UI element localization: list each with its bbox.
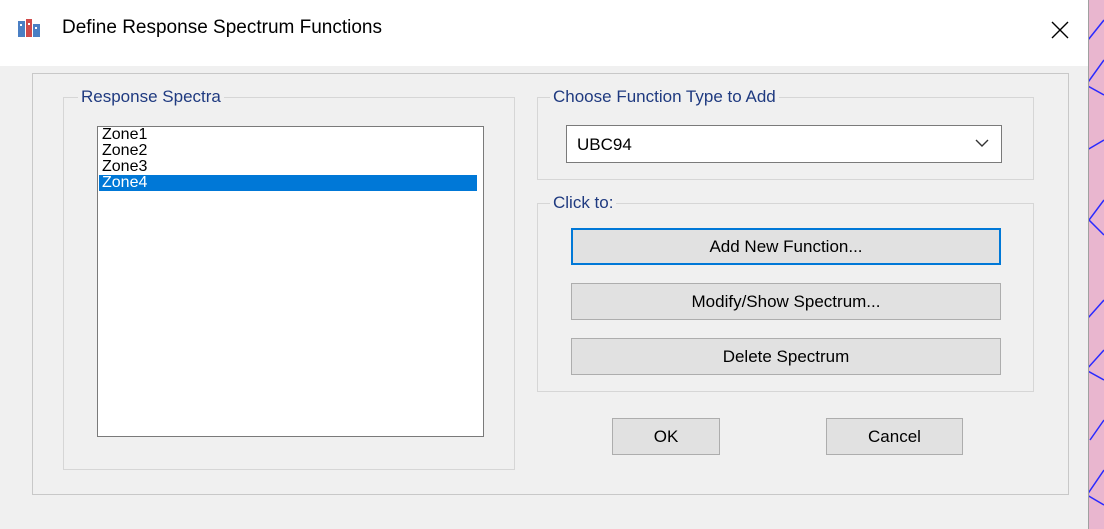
cancel-button[interactable]: Cancel — [826, 418, 963, 455]
list-item-selected[interactable]: Zone4 — [99, 175, 477, 191]
delete-spectrum-button[interactable]: Delete Spectrum — [571, 338, 1001, 375]
add-new-function-button[interactable]: Add New Function... — [571, 228, 1001, 265]
list-item[interactable]: Zone2 — [99, 143, 483, 159]
click-to-label: Click to: — [550, 193, 617, 213]
window-title: Define Response Spectrum Functions — [62, 17, 382, 38]
list-item[interactable]: Zone1 — [99, 127, 483, 143]
response-spectrum-dialog: Define Response Spectrum Functions Respo… — [0, 0, 1089, 529]
ok-button[interactable]: OK — [612, 418, 720, 455]
title-bar: Define Response Spectrum Functions — [0, 0, 1088, 66]
app-icon — [18, 19, 40, 37]
modify-show-spectrum-button[interactable]: Modify/Show Spectrum... — [571, 283, 1001, 320]
function-type-value: UBC94 — [577, 135, 632, 154]
function-type-label: Choose Function Type to Add — [550, 87, 779, 107]
chevron-down-icon — [975, 139, 989, 147]
list-item[interactable]: Zone3 — [99, 159, 483, 175]
spectra-list[interactable]: Zone1 Zone2 Zone3 Zone4 — [97, 126, 484, 437]
function-type-dropdown[interactable]: UBC94 — [566, 125, 1002, 163]
response-spectra-label: Response Spectra — [78, 87, 224, 107]
close-button[interactable] — [1040, 8, 1080, 52]
close-icon — [1051, 21, 1069, 39]
